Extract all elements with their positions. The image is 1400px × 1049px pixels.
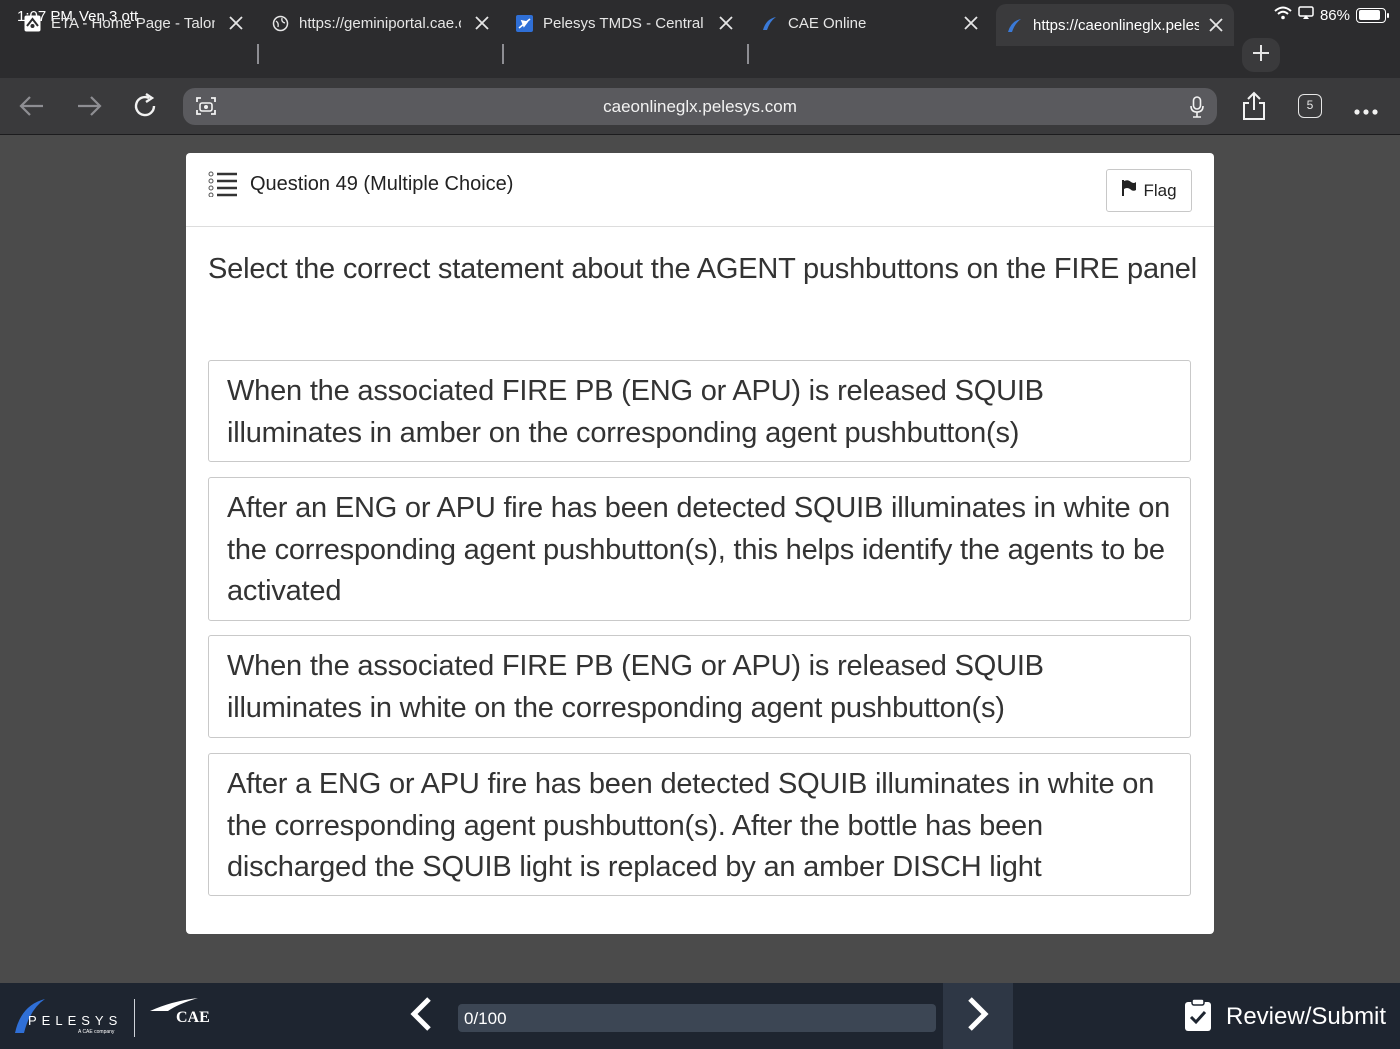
brand-logos: PELESYS A CAE company CAE xyxy=(12,997,222,1039)
question-title: Question 49 (Multiple Choice) xyxy=(250,173,514,195)
battery-icon xyxy=(1356,7,1389,23)
address-bar[interactable]: caeonlineglx.pelesys.com xyxy=(183,88,1217,125)
tab-eta[interactable]: ETA - Home Page - Talon xyxy=(24,6,246,40)
previous-question-button[interactable] xyxy=(396,983,446,1049)
flag-label: Flag xyxy=(1143,180,1177,200)
share-icon[interactable] xyxy=(1240,90,1268,127)
battery-level xyxy=(1358,10,1380,20)
status-indicators: 86% xyxy=(1274,6,1389,24)
answer-option-1[interactable]: When the associated FIRE PB (ENG or APU)… xyxy=(208,360,1191,462)
close-tab-icon[interactable] xyxy=(716,13,736,33)
battery-percent: 86% xyxy=(1319,6,1350,24)
tab-separator xyxy=(257,44,259,64)
pelesys-favicon-icon xyxy=(1006,17,1023,34)
pelesys-wordmark: PELESYS xyxy=(28,1013,123,1028)
answer-option-4[interactable]: After a ENG or APU fire has been detecte… xyxy=(208,753,1191,896)
tab-caeonlineglx-active[interactable]: https://caeonlineglx.pelesys.com xyxy=(996,4,1234,46)
close-tab-icon[interactable] xyxy=(226,13,246,33)
tab-overview-button[interactable]: 5 xyxy=(1298,94,1322,118)
close-tab-icon[interactable] xyxy=(961,13,981,33)
close-tab-icon[interactable] xyxy=(1206,15,1226,35)
review-submit-button[interactable]: Review/Submit xyxy=(1184,997,1386,1037)
cae-wordmark: CAE xyxy=(176,1009,210,1026)
chevron-right-icon xyxy=(965,996,991,1037)
logo-divider xyxy=(134,999,135,1037)
microphone-icon[interactable] xyxy=(1189,95,1205,124)
tab-separator xyxy=(747,44,749,64)
review-submit-label: Review/Submit xyxy=(1226,1003,1387,1030)
plus-icon xyxy=(1251,43,1271,68)
more-options-icon[interactable] xyxy=(1353,103,1379,121)
flag-button[interactable]: Flag xyxy=(1106,169,1192,212)
tab-label: https://geminiportal.cae.com xyxy=(299,14,461,32)
tab-label: Pelesys TMDS - Central xyxy=(543,14,704,32)
progress-bar: 0/100 xyxy=(458,1004,936,1032)
tab-pelesys-tmds[interactable]: Pelesys TMDS - Central xyxy=(516,6,736,40)
tab-geminiportal[interactable]: https://geminiportal.cae.com xyxy=(272,6,492,40)
plane-icon xyxy=(516,14,533,32)
chevron-left-icon xyxy=(408,996,434,1037)
back-arrow-icon[interactable] xyxy=(17,91,47,121)
close-tab-icon[interactable] xyxy=(472,13,492,33)
pelesys-tagline: A CAE company xyxy=(78,1029,115,1035)
clipboard-check-icon xyxy=(1184,997,1212,1037)
question-text: Select the correct statement about the A… xyxy=(208,253,1197,285)
globe-icon xyxy=(272,15,289,32)
tab-label: https://caeonlineglx.pelesys.com xyxy=(1033,16,1199,34)
pelesys-favicon-icon xyxy=(761,15,778,32)
url-text: caeonlineglx.pelesys.com xyxy=(603,97,797,116)
next-question-button[interactable] xyxy=(943,983,1013,1049)
screen-mirroring-icon xyxy=(1298,6,1314,24)
tab-separator xyxy=(502,44,504,64)
question-list-icon[interactable] xyxy=(207,171,239,202)
wifi-icon xyxy=(1274,6,1292,24)
reload-icon[interactable] xyxy=(130,91,160,121)
answer-option-3[interactable]: When the associated FIRE PB (ENG or APU)… xyxy=(208,635,1191,738)
eta-favicon-icon xyxy=(24,15,41,32)
tab-label: ETA - Home Page - Talon xyxy=(51,14,215,32)
flag-icon xyxy=(1121,179,1137,202)
tab-label: CAE Online xyxy=(788,14,867,32)
question-header: Question 49 (Multiple Choice) Flag xyxy=(186,153,1214,227)
progress-label: 0/100 xyxy=(464,1009,507,1028)
forward-arrow-icon[interactable] xyxy=(74,91,104,121)
browser-toolbar: caeonlineglx.pelesys.com 5 xyxy=(0,78,1400,135)
new-tab-button[interactable] xyxy=(1242,38,1280,72)
exam-footer: PELESYS A CAE company CAE 0/100 Review/S… xyxy=(0,983,1400,1049)
question-card: Question 49 (Multiple Choice) Flag Selec… xyxy=(186,153,1214,934)
answer-option-2[interactable]: After an ENG or APU fire has been detect… xyxy=(208,477,1191,621)
tab-cae-online[interactable]: CAE Online xyxy=(761,6,981,40)
